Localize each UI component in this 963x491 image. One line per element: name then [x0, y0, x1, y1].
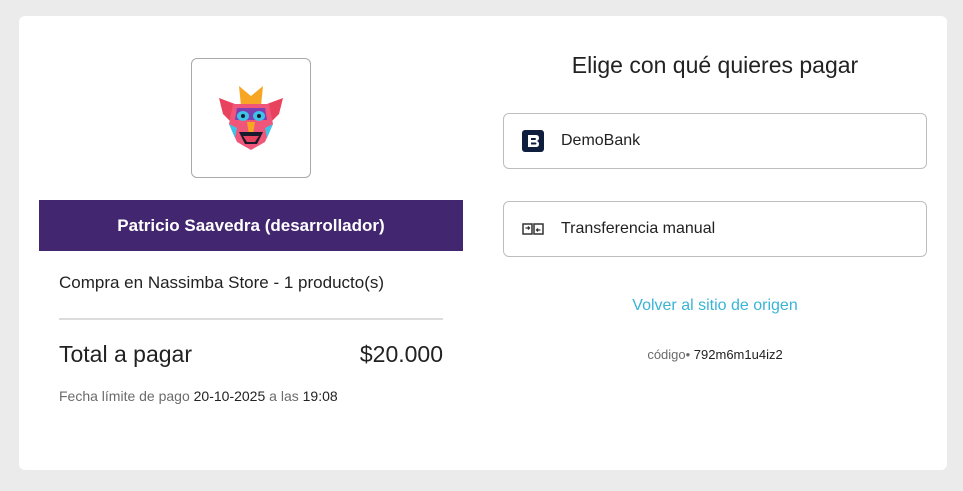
merchant-logo [191, 58, 311, 178]
mask-logo-icon [219, 86, 283, 150]
payment-option-label: Transferencia manual [561, 220, 716, 237]
code-value: 792m6m1u4iz2 [693, 347, 783, 362]
merchant-name-bar: Patricio Saavedra (desarrollador) [39, 200, 463, 251]
due-date-line: Fecha límite de pago 20-10-2025 a las 19… [59, 388, 338, 404]
due-time: 19:08 [302, 388, 338, 404]
transaction-code: código• 792m6m1u4iz2 [647, 347, 783, 362]
transfer-icon [521, 217, 545, 241]
payment-option-label: DemoBank [561, 132, 641, 149]
code-label: código [647, 347, 686, 362]
due-middle: a las [269, 388, 299, 404]
divider [59, 318, 443, 320]
checkout-card: Patricio Saavedra (desarrollador) Compra… [19, 16, 947, 470]
due-prefix: Fecha límite de pago [59, 388, 190, 404]
demobank-icon [521, 129, 545, 153]
payment-title: Elige con qué quieres pagar [571, 52, 859, 78]
order-summary: Compra en Nassimba Store - 1 producto(s) [59, 273, 385, 292]
payment-option-transfer[interactable]: Transferencia manual [503, 201, 927, 257]
due-date: 20-10-2025 [193, 388, 266, 404]
payment-option-demobank[interactable]: DemoBank [503, 113, 927, 169]
back-to-origin-link[interactable]: Volver al sitio de origen [503, 297, 927, 315]
total-label: Total a pagar [59, 341, 192, 367]
total-amount: $20.000 [359, 341, 443, 367]
